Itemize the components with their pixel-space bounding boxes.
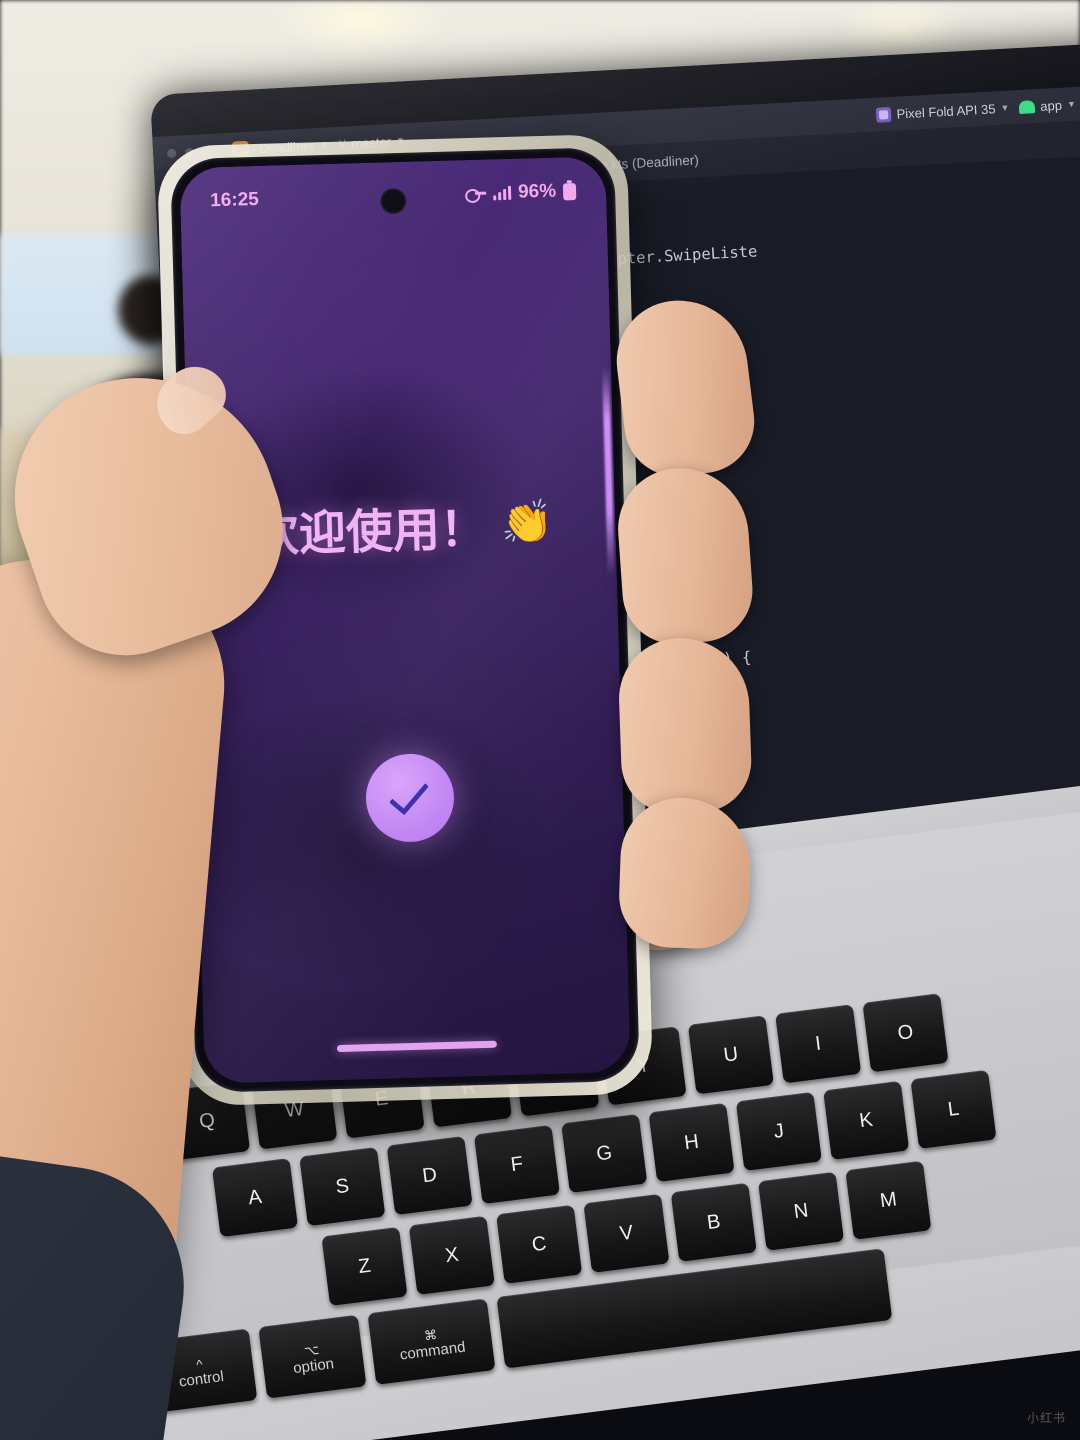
chevron-down-icon: ▼ — [1000, 102, 1010, 114]
watermark: 小红书 — [1026, 1411, 1066, 1425]
android-app-icon — [1018, 99, 1036, 114]
key-x[interactable]: X — [408, 1215, 495, 1296]
key-z[interactable]: Z — [321, 1226, 408, 1307]
signal-icon — [493, 185, 512, 201]
finger-middle — [614, 463, 756, 648]
key-d[interactable]: D — [386, 1135, 473, 1216]
finger-pinky — [617, 795, 753, 951]
key-m[interactable]: M — [845, 1160, 932, 1240]
key-h[interactable]: H — [648, 1102, 735, 1183]
finger-ring — [616, 635, 754, 816]
chevron-down-icon: ▼ — [1066, 98, 1077, 110]
vpn-key-icon — [465, 188, 486, 201]
key-i[interactable]: I — [775, 1004, 862, 1084]
key-n[interactable]: N — [757, 1171, 845, 1251]
key-o[interactable]: O — [862, 993, 949, 1073]
finger-index — [609, 292, 761, 483]
clapping-hands-icon: 👏 — [500, 497, 554, 547]
battery-icon — [562, 182, 577, 200]
status-icons: 96% — [465, 180, 577, 205]
key-v[interactable]: V — [583, 1193, 670, 1273]
fingers-behind-phone — [609, 292, 761, 951]
key-g[interactable]: G — [561, 1113, 648, 1194]
key-f[interactable]: F — [473, 1124, 561, 1205]
key-b[interactable]: B — [670, 1182, 757, 1262]
key-c[interactable]: C — [496, 1204, 583, 1285]
device-name-label: Pixel Fold API 35 — [896, 100, 996, 122]
key-k[interactable]: K — [823, 1080, 910, 1161]
key-label: command — [398, 1338, 467, 1364]
battery-percent-label: 96% — [517, 180, 557, 203]
key-u[interactable]: U — [687, 1015, 774, 1095]
key-j[interactable]: J — [735, 1091, 822, 1172]
device-selector[interactable]: Pixel Fold API 35 ▼ — [876, 100, 1010, 123]
key-command[interactable]: ⌘ command — [367, 1298, 496, 1385]
run-configuration-selector[interactable]: app ▼ — [1018, 96, 1077, 114]
device-icon — [876, 106, 892, 123]
photo-scene: D Deadliner ▼ ⑂ master ▼ Pixel Fold API … — [0, 0, 1080, 1440]
status-time: 16:25 — [209, 188, 260, 212]
run-config-label: app — [1039, 97, 1063, 114]
check-icon — [389, 773, 429, 816]
key-l[interactable]: L — [910, 1069, 997, 1150]
